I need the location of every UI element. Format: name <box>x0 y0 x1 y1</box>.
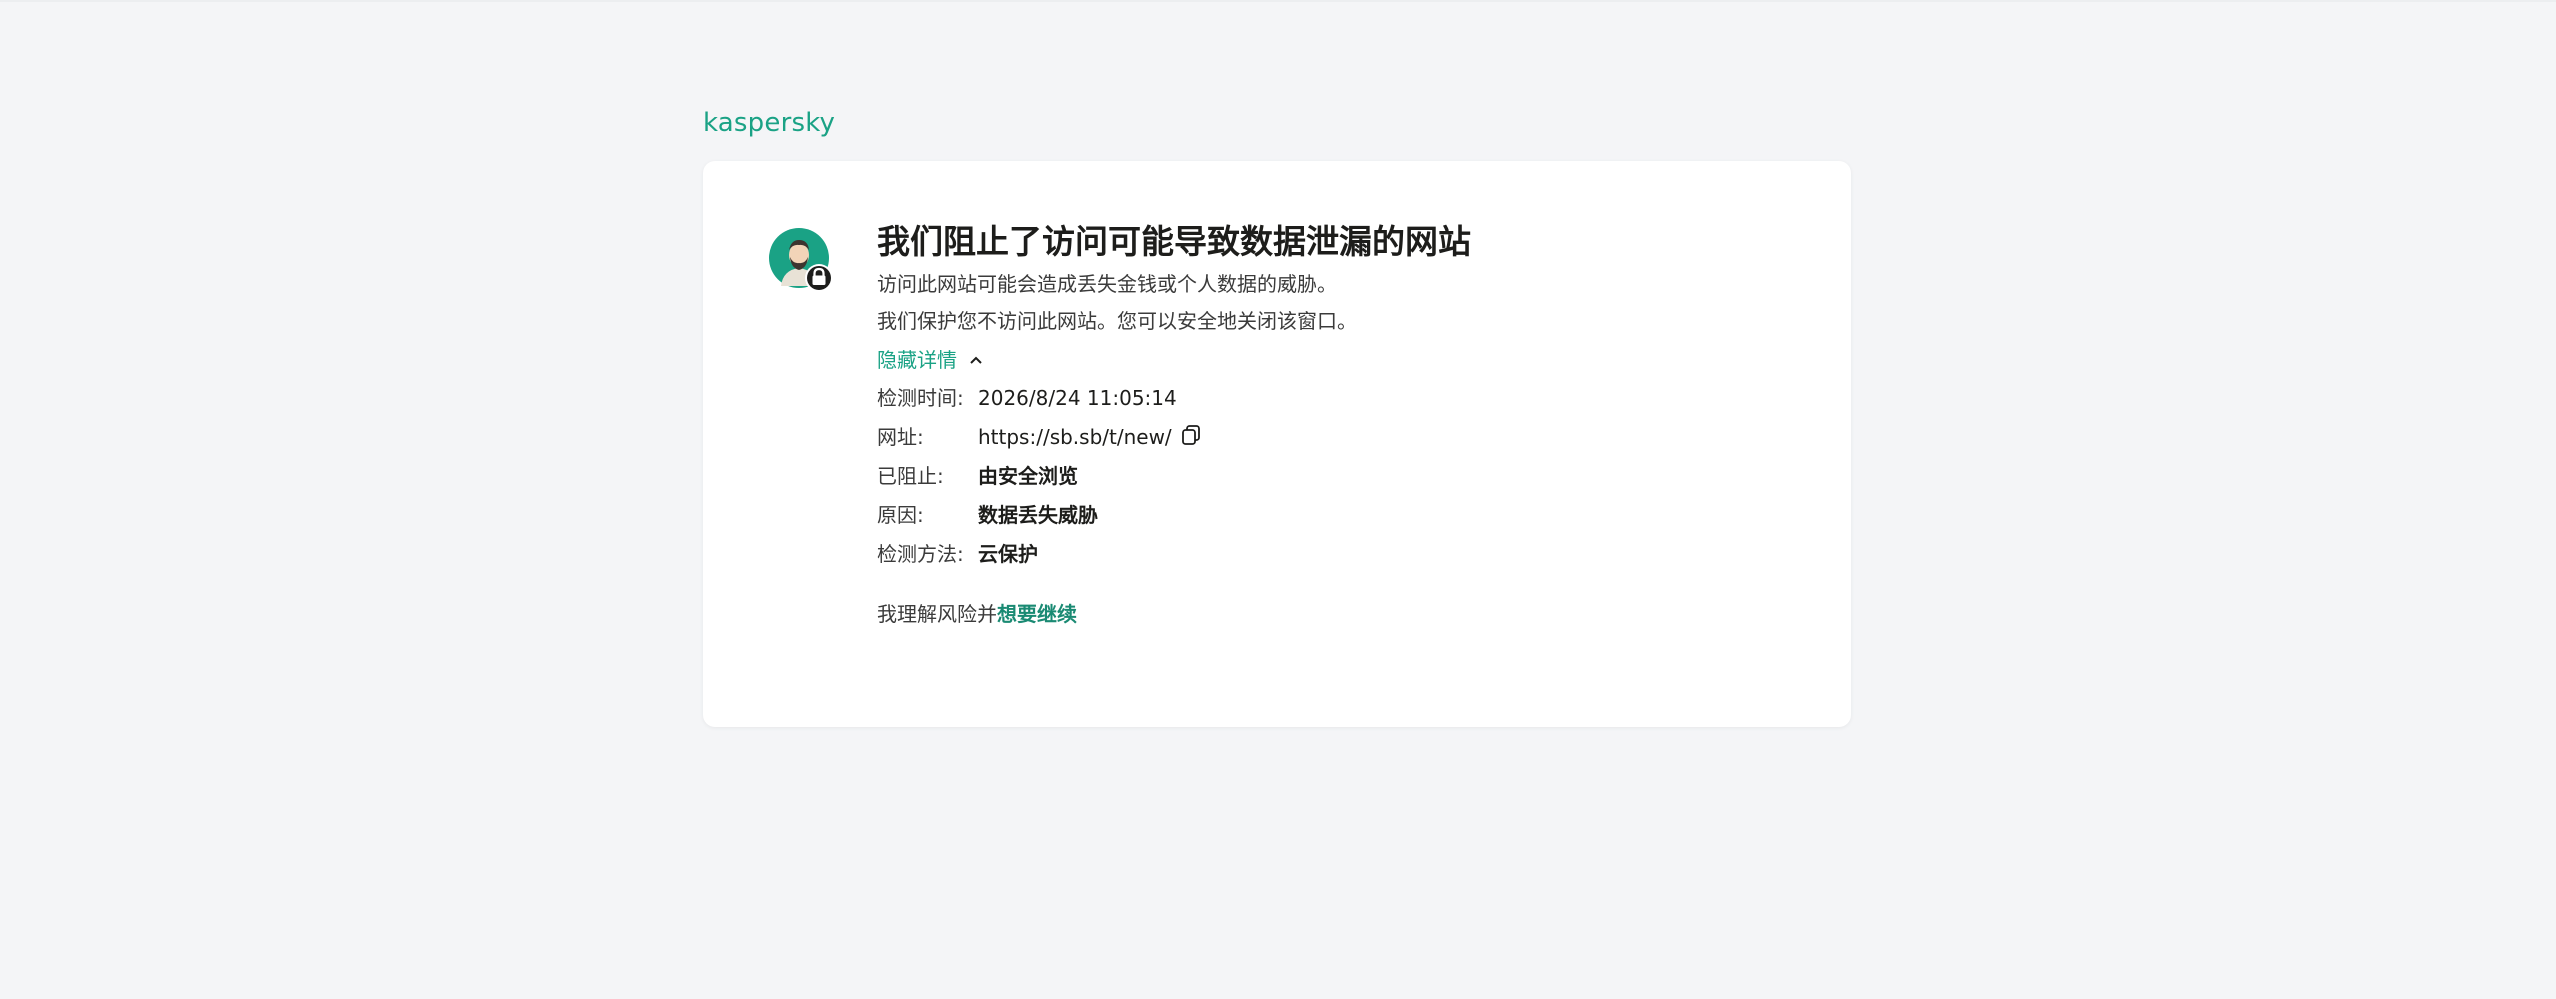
proceed-text: 我理解风险并想要继续 <box>877 596 1777 632</box>
description-line-2: 我们保护您不访问此网站。您可以安全地关闭该窗口。 <box>877 309 1357 333</box>
detail-label: 原因: <box>877 503 924 527</box>
avatar-lock-icon <box>769 228 833 292</box>
top-border <box>0 0 2556 2</box>
detail-label: 网址: <box>877 425 924 449</box>
proceed-link[interactable]: 想要继续 <box>997 602 1077 626</box>
detail-row-reason: 原因: 数据丢失威胁 <box>877 496 1777 535</box>
details-list: 检测时间: 2026/8/24 11:05:14 网址: https://sb.… <box>877 379 1777 574</box>
hide-details-toggle[interactable]: 隐藏详情 <box>877 342 983 378</box>
detail-row-detection-time: 检测时间: 2026/8/24 11:05:14 <box>877 379 1777 418</box>
copy-icon[interactable] <box>1180 424 1202 446</box>
detail-row-blocked-by: 已阻止: 由安全浏览 <box>877 457 1777 496</box>
detail-value: 云保护 <box>978 542 1038 566</box>
detail-value: 由安全浏览 <box>978 464 1078 488</box>
page-title: 我们阻止了访问可能导致数据泄漏的网站 <box>877 222 1471 261</box>
detail-label: 检测时间: <box>877 386 964 410</box>
detail-row-url: 网址: https://sb.sb/t/new/ <box>877 418 1777 457</box>
chevron-up-icon <box>969 355 983 365</box>
detail-row-detection-method: 检测方法: 云保护 <box>877 535 1777 574</box>
detail-label: 检测方法: <box>877 542 964 566</box>
kaspersky-logo: kaspersky <box>703 108 836 138</box>
card-content: 我们阻止了访问可能导致数据泄漏的网站 访问此网站可能会造成丢失金钱或个人数据的威… <box>877 218 1777 632</box>
detail-label: 已阻止: <box>877 464 944 488</box>
proceed-prefix: 我理解风险并 <box>877 602 997 626</box>
detail-value: 2026/8/24 11:05:14 <box>978 386 1177 410</box>
block-card: 我们阻止了访问可能导致数据泄漏的网站 访问此网站可能会造成丢失金钱或个人数据的威… <box>703 161 1851 727</box>
description-line-1: 访问此网站可能会造成丢失金钱或个人数据的威胁。 <box>877 272 1337 296</box>
detail-value: 数据丢失威胁 <box>978 503 1098 527</box>
detail-value-url: https://sb.sb/t/new/ <box>978 425 1172 449</box>
hide-details-label: 隐藏详情 <box>877 348 957 372</box>
